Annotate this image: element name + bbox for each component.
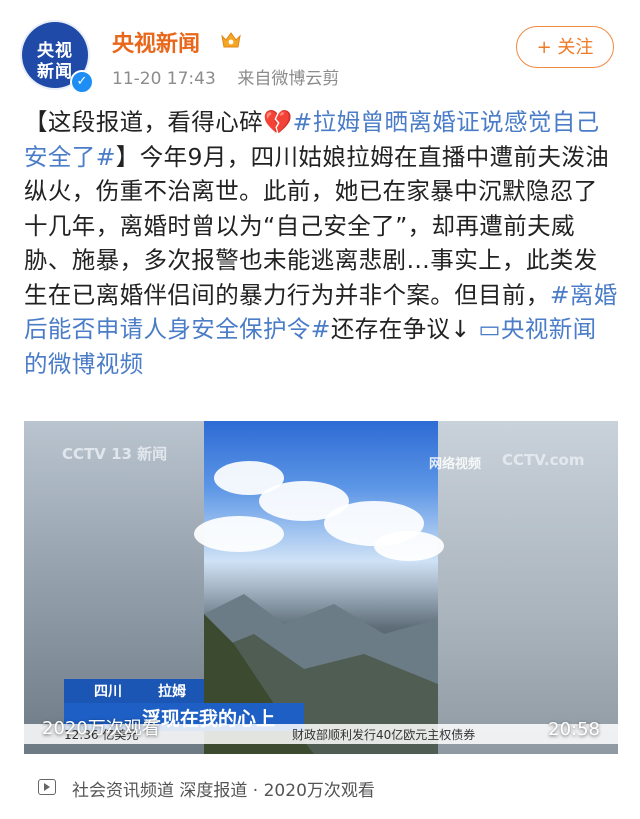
video-duration: 20:58 bbox=[548, 719, 600, 740]
verified-icon: ✓ bbox=[70, 70, 94, 94]
post-time: 11-20 17:43 bbox=[112, 69, 216, 89]
text-body-2: 还存在争议↓ bbox=[330, 315, 479, 343]
video-view-count: 2020万次观看 bbox=[42, 718, 160, 739]
author-name[interactable]: 央视新闻 bbox=[112, 26, 200, 58]
post-header: 央视 新闻 ✓ 央视新闻 11-20 17:43 来自微博云剪 + 关注 bbox=[0, 0, 640, 100]
lower-third-label-1: 四川 bbox=[94, 684, 122, 700]
vip-crown-icon bbox=[221, 32, 241, 48]
lower-third-label-2: 拉姆 bbox=[158, 684, 186, 700]
post-text: 【这段报道，看得心碎💔#拉姆曾晒离婚证说感觉自己安全了#】今年9月，四川姑娘拉姆… bbox=[24, 105, 620, 381]
follow-button[interactable]: + 关注 bbox=[516, 26, 614, 68]
text-intro: 【这段报道，看得心碎 bbox=[24, 108, 263, 136]
cctv-com-logo: CCTV.com bbox=[502, 451, 585, 469]
ticker-text: 财政部顺利发行40亿欧元主权债券 bbox=[292, 728, 476, 742]
video-player[interactable]: CCTV 13 新闻 网络视频 CCTV.com 四川 拉姆 浮现在我的心上 1… bbox=[24, 421, 618, 754]
network-video-tag: 网络视频 bbox=[429, 457, 482, 472]
video-footer-text: 社会资讯频道 深度报道 · 2020万次观看 bbox=[72, 781, 375, 801]
post-source: 来自微博云剪 bbox=[237, 69, 340, 89]
broken-heart-icon: 💔 bbox=[263, 108, 293, 136]
video-channel-icon bbox=[38, 779, 56, 795]
post-meta: 11-20 17:43 来自微博云剪 bbox=[112, 64, 339, 89]
cctv13-logo: CCTV 13 新闻 bbox=[62, 445, 168, 463]
